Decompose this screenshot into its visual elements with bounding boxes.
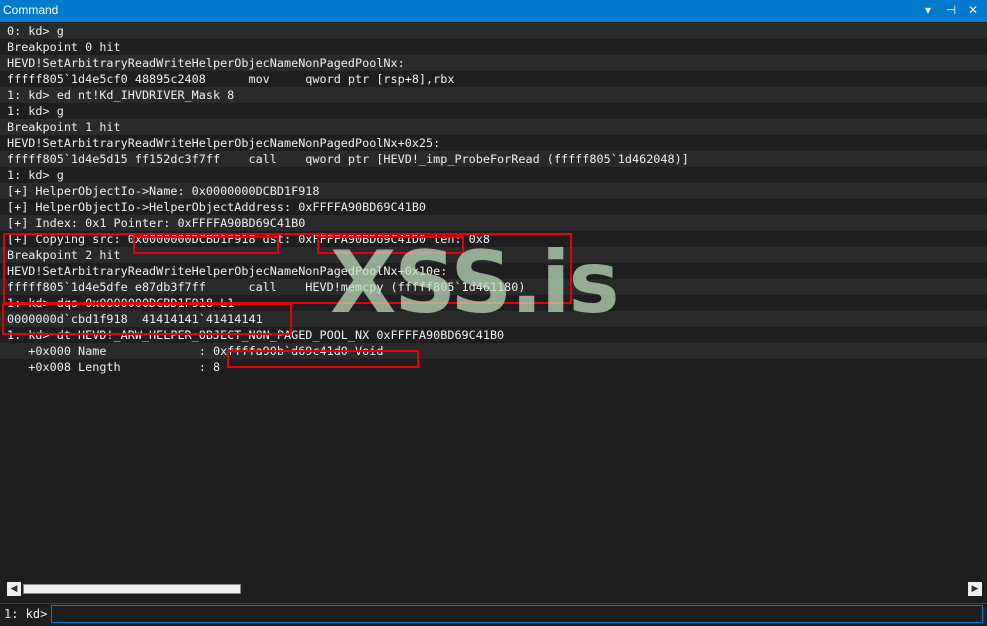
output-line: [+] HelperObjectIo->HelperObjectAddress:…	[7, 200, 427, 214]
highlight-dqs-block	[2, 303, 292, 335]
scroll-left-arrow-icon[interactable]: ◀	[7, 582, 21, 596]
command-output[interactable]: 0: kd> g Breakpoint 0 hit HEVD!SetArbitr…	[0, 23, 987, 580]
scroll-right-arrow-icon[interactable]: ▶	[968, 582, 982, 596]
output-line: Breakpoint 1 hit	[7, 120, 121, 134]
output-line: HEVD!SetArbitraryReadWriteHelperObjecNam…	[7, 56, 405, 70]
output-line: Breakpoint 0 hit	[7, 40, 121, 54]
highlight-name-pointer	[227, 350, 419, 368]
horizontal-scrollbar[interactable]: ◀ ▶	[7, 582, 982, 596]
output-line: 0: kd> g	[7, 24, 64, 38]
output-line: 1: kd> g	[7, 168, 64, 182]
command-prompt: 1: kd>	[4, 607, 48, 621]
command-bar: 1: kd>	[0, 603, 987, 626]
watermark-text: XSS.is	[330, 233, 620, 333]
pin-icon[interactable]: ⊣	[943, 2, 959, 18]
output-line: fffff805`1d4e5cf0 48895c2408 mov qword p…	[7, 72, 455, 86]
output-band	[0, 23, 987, 39]
highlight-src-address	[133, 236, 279, 254]
title-bar: Command ▾ ⊣ ✕	[0, 0, 987, 22]
scrollbar-thumb[interactable]	[23, 584, 241, 594]
output-line: 1: kd> ed nt!Kd_IHVDRIVER_Mask 8	[7, 88, 235, 102]
output-line: 1: kd> g	[7, 104, 64, 118]
window-dropdown-button[interactable]: ▾	[920, 2, 936, 18]
output-band	[0, 119, 987, 135]
close-icon[interactable]: ✕	[965, 2, 981, 18]
command-input[interactable]	[51, 605, 983, 623]
output-line: fffff805`1d4e5d15 ff152dc3f7ff call qwor…	[7, 152, 689, 166]
window-title: Command	[3, 3, 59, 17]
output-line: +0x008 Length : 8	[7, 360, 221, 374]
output-line: HEVD!SetArbitraryReadWriteHelperObjecNam…	[7, 136, 441, 150]
output-line: [+] Index: 0x1 Pointer: 0xFFFFA90BD69C41…	[7, 216, 306, 230]
output-line: [+] HelperObjectIo->Name: 0x0000000DCBD1…	[7, 184, 320, 198]
